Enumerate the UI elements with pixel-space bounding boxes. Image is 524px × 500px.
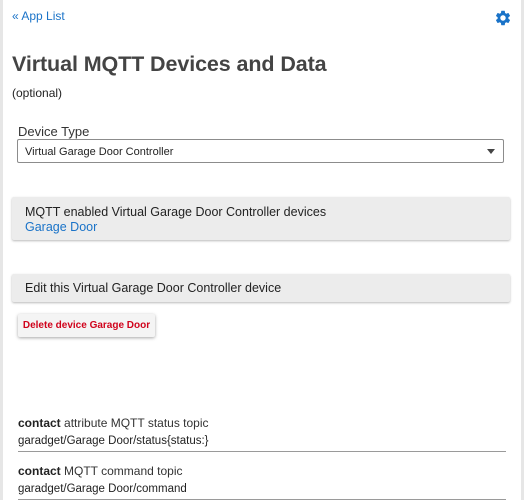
device-type-select[interactable]: Virtual Garage Door Controller [17,139,504,163]
contact-command-topic-setting: contact MQTT command topic garadget/Gara… [18,464,506,500]
contact-status-topic-input[interactable]: garadget/Garage Door/status{status:} [18,434,506,452]
device-type-label: Device Type [18,124,90,139]
device-type-selected: Virtual Garage Door Controller [25,146,174,158]
contact-command-topic-label: contact MQTT command topic [18,464,506,479]
contact-status-topic-label: contact attribute MQTT status topic [18,416,506,431]
attribute-name: contact [18,464,61,478]
contact-command-topic-input[interactable]: garadget/Garage Door/command [18,482,506,500]
attribute-name: contact [18,416,61,430]
label-text: attribute MQTT status topic [60,416,209,430]
devices-panel: MQTT enabled Virtual Garage Door Control… [12,197,510,240]
app-list-link[interactable]: « App List [12,9,65,23]
device-link-garage-door[interactable]: Garage Door [25,220,97,234]
label-text: MQTT command topic [60,464,183,478]
contact-status-topic-setting: contact attribute MQTT status topic gara… [18,416,506,452]
chevron-down-icon [487,149,495,154]
page-title: Virtual MQTT Devices and Data [12,52,327,76]
delete-device-button[interactable]: Delete device Garage Door [18,314,155,337]
page-subtitle: (optional) [12,86,63,100]
devices-panel-title: MQTT enabled Virtual Garage Door Control… [25,205,327,219]
edit-device-panel[interactable]: Edit this Virtual Garage Door Controller… [12,274,510,302]
edit-panel-title: Edit this Virtual Garage Door Controller… [25,281,282,295]
gear-icon[interactable] [494,9,512,27]
left-border [0,0,3,500]
